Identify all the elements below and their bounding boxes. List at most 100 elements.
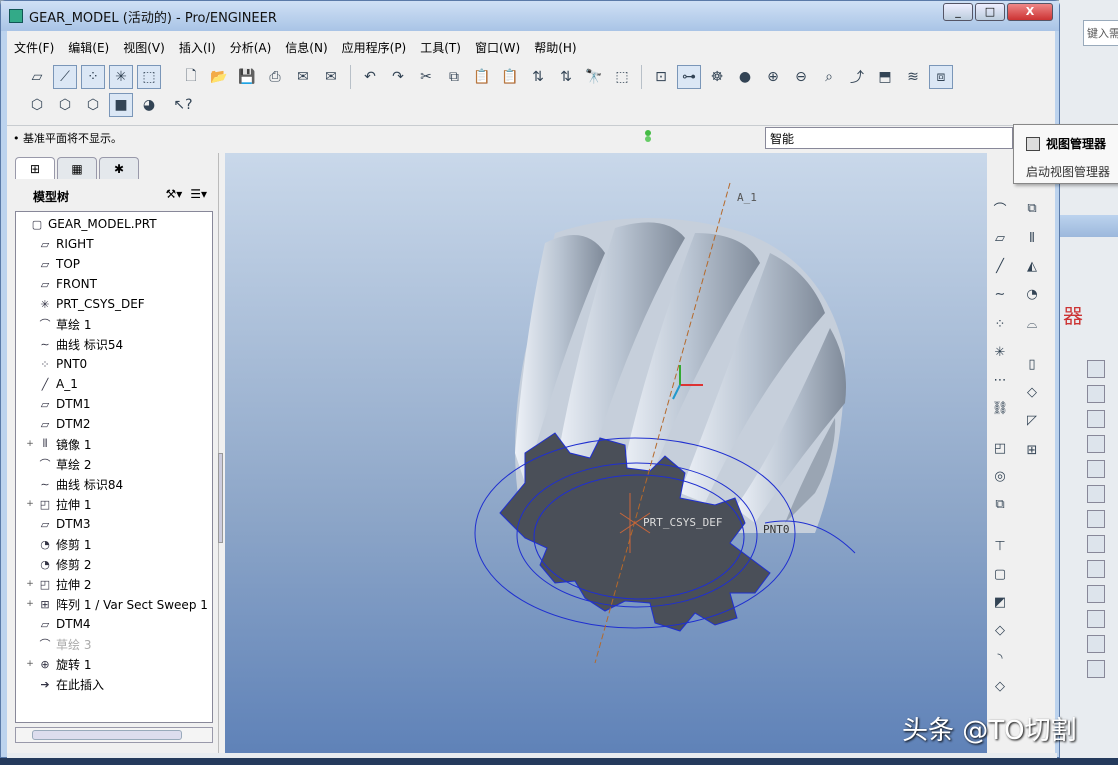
selection-filter[interactable]: 智能 bbox=[765, 127, 1013, 149]
point-display-icon[interactable]: ⁘ bbox=[81, 65, 105, 89]
tree-item[interactable]: ⌒ 草绘 2 bbox=[16, 454, 212, 474]
tree-item[interactable]: ⌒ 草绘 3 bbox=[16, 634, 212, 654]
background-tool-icon[interactable] bbox=[1087, 460, 1105, 478]
no-hidden-icon[interactable]: ⬡ bbox=[81, 93, 105, 117]
menu-view[interactable]: 视图(V) bbox=[116, 37, 172, 59]
expand-toggle[interactable]: + bbox=[24, 439, 36, 449]
print-icon[interactable]: ⎙ bbox=[263, 65, 287, 89]
color-sphere-icon[interactable]: ● bbox=[733, 65, 757, 89]
datum-axis-tool-icon[interactable]: ╱ bbox=[989, 255, 1011, 277]
background-tool-icon[interactable] bbox=[1087, 385, 1105, 403]
tree-item[interactable]: + ⊕ 旋转 1 bbox=[16, 654, 212, 674]
paste-special-icon[interactable]: 📋 bbox=[498, 65, 522, 89]
background-tool-icon[interactable] bbox=[1087, 360, 1105, 378]
tree-item[interactable]: ▱ TOP bbox=[16, 254, 212, 274]
tree-item[interactable]: ▱ DTM2 bbox=[16, 414, 212, 434]
tree-item[interactable]: ∼ 曲线 标识54 bbox=[16, 334, 212, 354]
zoom-in-icon[interactable]: ⊕ bbox=[761, 65, 785, 89]
zoom-out-icon[interactable]: ⊖ bbox=[789, 65, 813, 89]
background-tool-icon[interactable] bbox=[1087, 660, 1105, 678]
expand-toggle[interactable]: + bbox=[24, 579, 36, 589]
expand-toggle[interactable]: + bbox=[24, 599, 36, 609]
background-tool-icon[interactable] bbox=[1087, 435, 1105, 453]
background-tool-icon[interactable] bbox=[1087, 635, 1105, 653]
csys-display-icon[interactable]: ✳ bbox=[109, 65, 133, 89]
menu-analysis[interactable]: 分析(A) bbox=[223, 37, 279, 59]
tree-item[interactable]: ▱ DTM4 bbox=[16, 614, 212, 634]
tree-settings-icon[interactable]: ⚒▾ bbox=[165, 187, 182, 201]
appearance-icon[interactable]: ☸ bbox=[705, 65, 729, 89]
menu-help[interactable]: 帮助(H) bbox=[527, 37, 583, 59]
shell-tool-icon[interactable]: ▢ bbox=[989, 563, 1011, 585]
select-box-icon[interactable]: ⬚ bbox=[610, 65, 634, 89]
extrude-tool-icon[interactable]: ◰ bbox=[989, 437, 1011, 459]
round-tool-icon[interactable]: ◝ bbox=[989, 647, 1011, 669]
tree-item[interactable]: ▱ RIGHT bbox=[16, 234, 212, 254]
menu-file[interactable]: 文件(F) bbox=[7, 37, 61, 59]
undo-icon[interactable]: ↶ bbox=[358, 65, 382, 89]
send-mail-icon[interactable]: ✉ bbox=[291, 65, 315, 89]
hole-tool-icon[interactable]: ⊤ bbox=[989, 535, 1011, 557]
tree-item[interactable]: ▢ GEAR_MODEL.PRT bbox=[16, 214, 212, 234]
send-link-icon[interactable]: ✉ bbox=[319, 65, 343, 89]
tree-item[interactable]: ▱ DTM1 bbox=[16, 394, 212, 414]
mirror-tool-icon[interactable]: ⫴ bbox=[1021, 227, 1043, 249]
background-tool-icon[interactable] bbox=[1087, 485, 1105, 503]
hidden-line-icon[interactable]: ⬡ bbox=[53, 93, 77, 117]
cut-icon[interactable]: ✂ bbox=[414, 65, 438, 89]
tree-item[interactable]: + ◰ 拉伸 2 bbox=[16, 574, 212, 594]
tree-item[interactable]: ⌒ 草绘 1 bbox=[16, 314, 212, 334]
panel-splitter[interactable] bbox=[217, 153, 225, 753]
wireframe-icon[interactable]: ⬡ bbox=[25, 93, 49, 117]
menu-edit[interactable]: 编辑(E) bbox=[61, 37, 116, 59]
tree-item[interactable]: + ◰ 拉伸 1 bbox=[16, 494, 212, 514]
tree-item[interactable]: + ⫴ 镜像 1 bbox=[16, 434, 212, 454]
save-icon[interactable]: 💾 bbox=[235, 65, 259, 89]
datum-point-tool-icon[interactable]: ⁘ bbox=[989, 313, 1011, 335]
orient-mode-icon[interactable]: ⊶ bbox=[677, 65, 701, 89]
background-tool-icon[interactable] bbox=[1087, 410, 1105, 428]
tree-item[interactable]: ▱ DTM3 bbox=[16, 514, 212, 534]
tree-item[interactable]: ◔ 修剪 1 bbox=[16, 534, 212, 554]
redo-icon[interactable]: ↷ bbox=[386, 65, 410, 89]
regenerate-icon[interactable]: ⇅ bbox=[526, 65, 550, 89]
regen-manager-icon[interactable]: ⇅ bbox=[554, 65, 578, 89]
pattern-tool-icon[interactable]: ⊞ bbox=[1021, 439, 1043, 461]
new-file-icon[interactable]: 🗋 bbox=[179, 65, 203, 89]
chamfer-tool-icon[interactable]: ◇ bbox=[989, 675, 1011, 697]
background-tool-icon[interactable] bbox=[1087, 610, 1105, 628]
graphics-window[interactable]: A_1 PRT_CSYS_DEF PNT0 bbox=[225, 153, 987, 753]
enhanced-realism-icon[interactable]: ◕ bbox=[137, 93, 161, 117]
chain-tool-icon[interactable]: ⛓ bbox=[989, 397, 1011, 419]
annotation-display-icon[interactable]: ⬚ bbox=[137, 65, 161, 89]
saved-views-icon[interactable]: ⬒ bbox=[873, 65, 897, 89]
copy-feature-icon[interactable]: ⧉ bbox=[1021, 197, 1043, 219]
tree-item[interactable]: ✳ PRT_CSYS_DEF bbox=[16, 294, 212, 314]
copy-icon[interactable]: ⧉ bbox=[442, 65, 466, 89]
tab-model-tree[interactable]: ⊞ bbox=[15, 157, 55, 179]
intersect-tool-icon[interactable]: ◇ bbox=[1021, 381, 1043, 403]
tree-item[interactable]: ⁘ PNT0 bbox=[16, 354, 212, 374]
paste-icon[interactable]: 📋 bbox=[470, 65, 494, 89]
view-manager-icon[interactable]: ⧈ bbox=[929, 65, 953, 89]
refit-icon[interactable]: ⌕ bbox=[817, 65, 841, 89]
tab-folder-browser[interactable]: ▦ bbox=[57, 157, 97, 179]
scrollbar-thumb[interactable] bbox=[32, 730, 182, 740]
title-bar[interactable]: GEAR_MODEL (活动的) - Pro/ENGINEER _ □ X bbox=[1, 1, 1059, 31]
expand-toggle[interactable]: + bbox=[24, 659, 36, 669]
merge-tool-icon[interactable]: ◭ bbox=[1021, 255, 1043, 277]
background-tool-icon[interactable] bbox=[1087, 560, 1105, 578]
sweep-tool-icon[interactable]: ⧉ bbox=[989, 493, 1011, 515]
solidify-tool-icon[interactable]: ◸ bbox=[1021, 409, 1043, 431]
menu-applications[interactable]: 应用程序(P) bbox=[335, 37, 414, 59]
datum-curve-tool-icon[interactable]: ∼ bbox=[989, 283, 1011, 305]
extend-tool-icon[interactable]: ⌓ bbox=[1021, 313, 1043, 335]
plane-display-icon[interactable]: ▱ bbox=[25, 65, 49, 89]
draft-tool-icon[interactable]: ◇ bbox=[989, 619, 1011, 641]
horizontal-scrollbar[interactable] bbox=[15, 727, 213, 743]
tab-favorites[interactable]: ✱ bbox=[99, 157, 139, 179]
tree-item[interactable]: ∼ 曲线 标识84 bbox=[16, 474, 212, 494]
tree-item[interactable]: ▱ FRONT bbox=[16, 274, 212, 294]
tree-show-icon[interactable]: ☰▾ bbox=[190, 187, 207, 201]
rib-tool-icon[interactable]: ◩ bbox=[989, 591, 1011, 613]
